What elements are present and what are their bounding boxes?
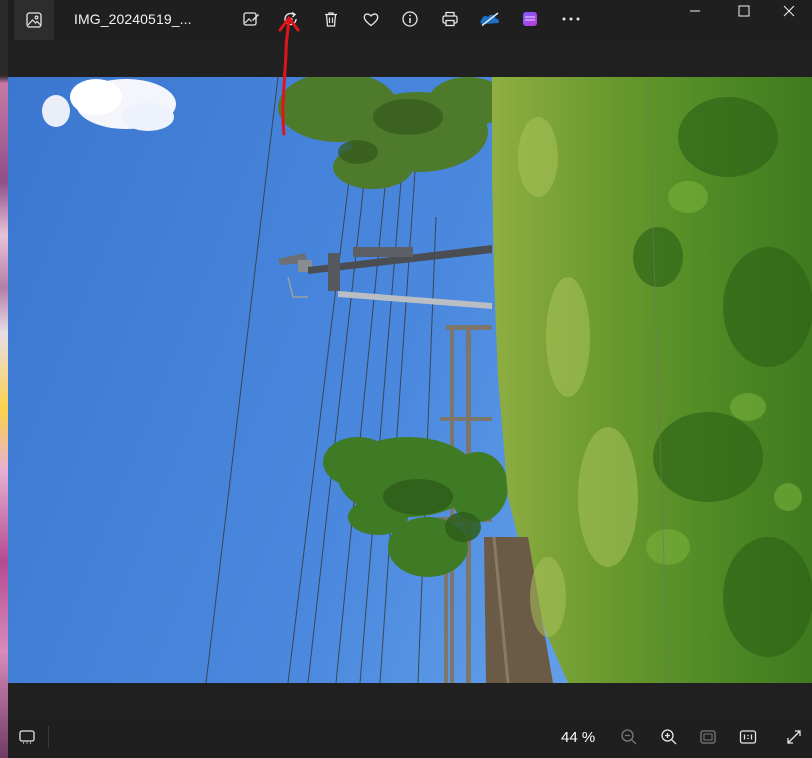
desktop-background — [0, 0, 8, 758]
favorite-button[interactable] — [358, 7, 384, 31]
onedrive-icon — [480, 12, 499, 27]
minimize-button[interactable] — [672, 0, 718, 22]
title-bar: IMG_20240519_... — [8, 0, 812, 40]
image-viewer[interactable] — [8, 40, 812, 716]
zoom-out-icon — [621, 729, 637, 745]
info-button[interactable] — [397, 7, 423, 31]
photo-image — [8, 77, 812, 683]
print-icon — [442, 11, 458, 27]
annotation-arrow — [278, 16, 300, 136]
close-icon — [783, 5, 795, 17]
maximize-button[interactable] — [721, 0, 767, 22]
filmstrip-icon — [19, 730, 35, 744]
photos-window: IMG_20240519_... 44 % — [8, 0, 812, 758]
delete-button[interactable] — [318, 7, 344, 31]
actual-size-button[interactable] — [737, 727, 759, 747]
photos-app-icon[interactable] — [14, 0, 54, 40]
status-divider — [48, 726, 49, 748]
fullscreen-button[interactable] — [783, 727, 805, 747]
clipchamp-button[interactable] — [517, 7, 543, 31]
more-icon — [562, 17, 580, 21]
info-icon — [402, 11, 418, 27]
fit-to-window-button[interactable] — [697, 727, 719, 747]
print-button[interactable] — [437, 7, 463, 31]
actual-size-icon — [739, 730, 757, 744]
gallery-icon — [26, 12, 42, 28]
zoom-level: 44 % — [561, 729, 596, 746]
minimize-icon — [690, 10, 700, 12]
edit-image-icon — [243, 12, 259, 26]
heart-icon — [363, 13, 379, 27]
filmstrip-button[interactable] — [16, 727, 38, 747]
fit-to-window-icon — [700, 730, 716, 744]
onedrive-button[interactable] — [477, 7, 503, 31]
close-button[interactable] — [766, 0, 812, 22]
clipchamp-icon — [523, 12, 537, 26]
zoom-out-button[interactable] — [618, 727, 640, 747]
photo-canvas — [8, 77, 812, 683]
zoom-in-button[interactable] — [658, 727, 680, 747]
zoom-in-icon — [661, 729, 677, 745]
edit-image-button[interactable] — [238, 7, 264, 31]
fullscreen-icon — [787, 730, 801, 744]
file-name: IMG_20240519_... — [74, 11, 192, 27]
delete-icon — [325, 12, 337, 27]
status-bar: 44 % — [8, 716, 812, 758]
maximize-icon — [738, 5, 750, 17]
more-button[interactable] — [558, 7, 584, 31]
